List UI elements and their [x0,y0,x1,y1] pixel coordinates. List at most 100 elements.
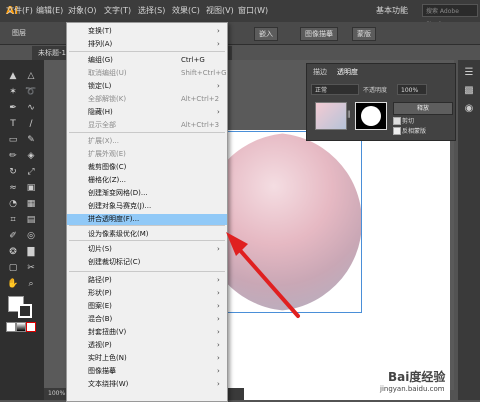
none-swatch-icon[interactable] [26,322,36,332]
menu-item[interactable]: 排列(A) › [67,39,227,50]
menu-window[interactable]: 窗口(W) [238,5,268,16]
menu-item[interactable]: 栅格化(Z)... [67,175,227,186]
menu-object[interactable]: 对象(O) [68,5,97,16]
submenu-chevron-icon: › [217,40,220,48]
mask-thumbnail[interactable] [355,102,387,130]
layers-icon[interactable]: ◉ [462,102,476,116]
menu-separator [69,51,225,52]
menu-item[interactable]: 路径(P) › [67,275,227,286]
menu-item-label: 图像描摹 [88,367,116,375]
blend-mode-select[interactable]: 正常 [311,84,359,95]
submenu-chevron-icon: › [217,27,220,35]
rotate-tool-icon[interactable]: ↻ [6,166,20,178]
selection-bounding-box[interactable] [222,131,362,313]
menu-item[interactable]: 变换(T) › [67,26,227,37]
eyedropper-icon[interactable]: ✐ [6,230,20,242]
pen-tool-icon[interactable]: ✒ [6,102,20,114]
menu-item-label: 全部解锁(K) [88,95,127,103]
opacity-field[interactable]: 100% [397,84,427,95]
menu-item[interactable]: 形状(P) › [67,288,227,299]
menu-item[interactable]: 透视(P) › [67,340,227,351]
release-button[interactable]: 释放 [393,102,453,115]
magic-wand-icon[interactable]: ✶ [6,86,20,98]
eraser-icon[interactable]: ◈ [24,150,38,162]
mesh-tool-icon[interactable]: ⌗ [6,214,20,226]
symbol-sprayer-icon[interactable]: ❂ [6,246,20,258]
menu-item-label: 创建对象马赛克(J)... [88,202,152,210]
curvature-tool-icon[interactable]: ∿ [24,102,38,114]
stroke-swatch[interactable] [18,304,32,318]
zoom-tool-icon[interactable]: ⌕ [24,278,38,290]
type-tool-icon[interactable]: T [6,118,20,130]
properties-icon[interactable]: ☰ [462,66,476,80]
menu-view[interactable]: 视图(V) [206,5,234,16]
workspace-switcher[interactable]: 基本功能 [376,5,408,16]
rectangle-tool-icon[interactable]: ▭ [6,134,20,146]
scale-tool-icon[interactable]: ⤢ [24,166,38,178]
direct-selection-tool-icon[interactable]: △ [24,70,38,82]
artboard-tool-icon[interactable]: ▢ [6,262,20,274]
menu-select[interactable]: 选择(S) [138,5,165,16]
paintbrush-icon[interactable]: ✎ [24,134,38,146]
free-transform-icon[interactable]: ▣ [24,182,38,194]
clip-label: 剪切 [402,118,415,125]
menu-separator [69,225,225,226]
menu-item[interactable]: 创建对象马赛克(J)... [67,201,227,212]
menu-item-label: 扩展(X)... [88,137,119,145]
submenu-chevron-icon: › [217,315,220,323]
menu-item-label: 实时上色(N) [88,354,127,362]
tab-stroke[interactable]: 描边 [313,67,327,77]
menu-file[interactable]: 文件(F) [6,5,33,16]
menu-item-label: 编组(G) [88,56,113,64]
menu-effect[interactable]: 效果(C) [172,5,200,16]
embed-button[interactable]: 嵌入 [254,27,278,41]
menu-item[interactable]: 创建渐变网格(D)... [67,188,227,199]
menu-item[interactable]: 锁定(L) › [67,81,227,92]
tab-transparency[interactable]: 透明度 [337,67,358,77]
menu-item[interactable]: 裁剪图像(C) [67,162,227,173]
menu-item[interactable]: 设为像素级优化(M) [67,229,227,240]
menu-item: 取消编组(U) Shift+Ctrl+G [67,68,227,79]
gradient-tool-icon[interactable]: ▤ [24,214,38,226]
submenu-chevron-icon: › [217,245,220,253]
clip-checkbox[interactable] [393,117,401,125]
invert-mask-checkbox[interactable] [393,127,401,135]
hand-tool-icon[interactable]: ✋ [6,278,20,290]
mask-link-icon[interactable]: ‖ [347,110,353,120]
zoom-level[interactable]: 100% [48,390,65,397]
width-tool-icon[interactable]: ≈ [6,182,20,194]
selection-tool-icon[interactable]: ▲ [6,70,20,82]
submenu-chevron-icon: › [217,380,220,388]
stock-search-input[interactable]: 搜索 Adobe Stock [422,4,478,28]
menu-item-label: 锁定(L) [88,82,112,90]
lasso-icon[interactable]: ➰ [24,86,38,98]
menu-item[interactable]: 文本绕排(W) › [67,379,227,390]
gradient-swatch-icon[interactable] [16,322,26,332]
menu-edit[interactable]: 编辑(E) [36,5,63,16]
menu-item[interactable]: 切片(S) › [67,244,227,255]
mask-button[interactable]: 蒙版 [352,27,376,41]
libraries-icon[interactable]: ▩ [462,84,476,98]
shape-builder-icon[interactable]: ◔ [6,198,20,210]
object-thumbnail[interactable] [315,102,347,130]
menu-item[interactable]: 创建裁切标记(C) [67,257,227,268]
graph-tool-icon[interactable]: ▇ [24,246,38,258]
image-trace-button[interactable]: 图像描摹 [300,27,338,41]
menu-item[interactable]: 拼合透明度(F)... [67,214,227,225]
menu-item[interactable]: 封套扭曲(V) › [67,327,227,338]
menu-item[interactable]: 实时上色(N) › [67,353,227,364]
menu-item[interactable]: 图案(E) › [67,301,227,312]
color-swatch-icon[interactable] [6,322,16,332]
menu-item[interactable]: 编组(G) Ctrl+G [67,55,227,66]
menu-item[interactable]: 图像描摹 › [67,366,227,377]
line-tool-icon[interactable]: ∕ [24,118,38,130]
slice-tool-icon[interactable]: ✂ [24,262,38,274]
blend-tool-icon[interactable]: ◎ [24,230,38,242]
menu-item[interactable]: 隐藏(H) › [67,107,227,118]
menu-item-label: 创建渐变网格(D)... [88,189,148,197]
shaper-tool-icon[interactable]: ✏ [6,150,20,162]
layer-label: 图层 [12,29,26,37]
menu-item[interactable]: 混合(B) › [67,314,227,325]
menu-type[interactable]: 文字(T) [104,5,131,16]
perspective-grid-icon[interactable]: ▦ [24,198,38,210]
